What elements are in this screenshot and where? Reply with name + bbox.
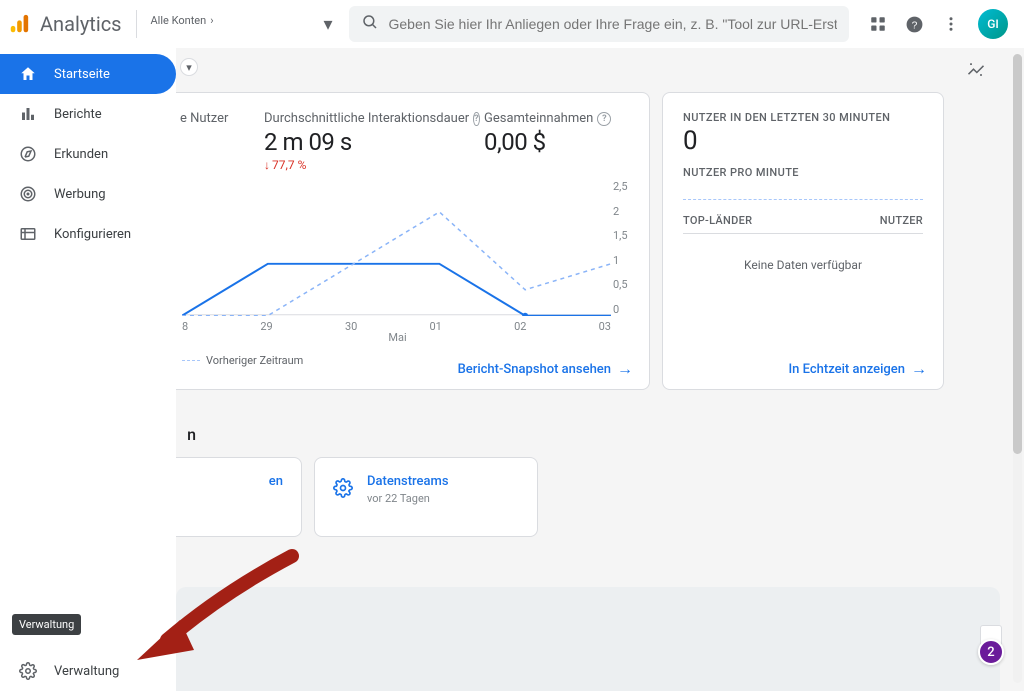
realtime-value: 0 — [663, 124, 943, 156]
nav-home[interactable]: Startseite — [0, 54, 176, 94]
admin-tooltip: Verwaltung — [12, 614, 81, 635]
accounts-label: Alle Konten — [151, 14, 207, 27]
metric-revenue[interactable]: Gesamteinnahmen? 0,00 $ — [468, 111, 619, 172]
realtime-empty-state: Keine Daten verfügbar — [663, 258, 943, 272]
svg-text:?: ? — [912, 20, 918, 31]
nav-admin[interactable]: Verwaltung — [0, 651, 176, 691]
header-divider — [136, 10, 137, 38]
nav-label: Berichte — [54, 107, 102, 122]
apps-icon[interactable] — [869, 15, 887, 33]
realtime-sparkline-placeholder — [683, 199, 923, 200]
search-input[interactable] — [389, 16, 837, 32]
bar-chart-icon — [18, 105, 38, 123]
metric-delta: ↓77,7 % — [264, 158, 460, 172]
explore-icon — [18, 145, 38, 163]
metric-value: 0,00 $ — [484, 128, 611, 156]
realtime-link[interactable]: In Echtzeit anzeigen→ — [788, 359, 927, 379]
metric-label: Durchschnittliche Interaktionsdauer — [264, 111, 469, 126]
top-header: Analytics Alle Konten› ▾ ? GI — [0, 0, 1024, 48]
search-icon — [361, 13, 379, 35]
chevron-right-icon: › — [210, 14, 213, 27]
avatar[interactable]: GI — [978, 9, 1008, 39]
metric-label: Gesamteinnahmen — [484, 111, 593, 126]
setup-card-title-partial: en — [176, 474, 283, 489]
arrow-right-icon: → — [911, 359, 927, 379]
app-title: Analytics — [40, 12, 122, 36]
nav-explore[interactable]: Erkunden — [0, 134, 176, 174]
metric-value: 2 m 09 s — [264, 128, 460, 156]
header-actions: ? GI — [869, 9, 1008, 39]
dropdown-caret-icon: ▾ — [323, 14, 340, 35]
col-users: NUTZER — [880, 214, 923, 227]
metric-engagement-duration[interactable]: Durchschnittliche Interaktionsdauer? 2 m… — [248, 111, 468, 172]
datastreams-timestamp: vor 22 Tagen — [367, 492, 449, 505]
x-axis-sublabel: Mai — [176, 331, 619, 344]
nav-label: Verwaltung — [54, 664, 119, 679]
nav-label: Konfigurieren — [54, 227, 131, 242]
datastreams-card[interactable]: Datenstreams vor 22 Tagen — [314, 457, 538, 537]
nav-label: Erkunden — [54, 147, 108, 162]
sidebar-nav: Startseite Berichte Erkunden Werbung Kon… — [0, 48, 176, 691]
nav-advertising[interactable]: Werbung — [0, 174, 176, 214]
bottom-panel — [176, 587, 1000, 691]
notification-badge[interactable]: 2 — [978, 639, 1004, 665]
arrow-down-icon: ↓ — [264, 158, 270, 172]
help-icon[interactable]: ? — [905, 15, 924, 34]
y-axis: 2,5 2 1,5 1 0,5 0 — [613, 180, 637, 316]
line-chart: 2,5 2 1,5 1 0,5 0 — [182, 186, 637, 316]
setup-card-partial[interactable]: en — [176, 457, 302, 537]
list-icon — [18, 225, 38, 243]
realtime-sublabel: NUTZER PRO MINUTE — [663, 156, 943, 179]
target-icon — [18, 185, 38, 203]
realtime-table-header: TOP-LÄNDER NUTZER — [683, 214, 923, 234]
realtime-label: NUTZER IN DEN LETZTEN 30 MINUTEN — [663, 93, 943, 124]
search-bar[interactable] — [349, 6, 849, 42]
realtime-card: NUTZER IN DEN LETZTEN 30 MINUTEN 0 NUTZE… — [662, 92, 944, 390]
chart-svg — [182, 186, 611, 316]
datastreams-title: Datenstreams — [367, 474, 449, 489]
arrow-right-icon: → — [617, 359, 633, 379]
nav-configure[interactable]: Konfigurieren — [0, 214, 176, 254]
home-icon — [18, 65, 38, 83]
nav-label: Startseite — [54, 67, 110, 82]
report-snapshot-link[interactable]: Bericht-Snapshot ansehen→ — [458, 359, 633, 379]
overview-chart-card: e Nutzer Durchschnittliche Interaktionsd… — [176, 92, 650, 390]
metric-active-users-partial: e Nutzer — [176, 111, 248, 172]
app-logo[interactable]: Analytics — [8, 12, 122, 36]
section-heading-partial: n — [176, 425, 196, 444]
pill-dropdown-stub[interactable]: ▾ — [180, 58, 198, 76]
help-outline-icon[interactable]: ? — [597, 112, 611, 126]
insights-icon[interactable] — [966, 60, 986, 84]
nav-label: Werbung — [54, 187, 106, 202]
col-countries: TOP-LÄNDER — [683, 214, 752, 227]
gear-icon — [18, 662, 38, 680]
accounts-picker[interactable]: Alle Konten› ▾ — [151, 14, 341, 35]
scrollbar-thumb[interactable] — [1013, 54, 1022, 454]
more-vert-icon[interactable] — [942, 15, 960, 33]
nav-reports[interactable]: Berichte — [0, 94, 176, 134]
analytics-logo-icon — [8, 13, 30, 35]
gear-icon — [333, 478, 353, 502]
